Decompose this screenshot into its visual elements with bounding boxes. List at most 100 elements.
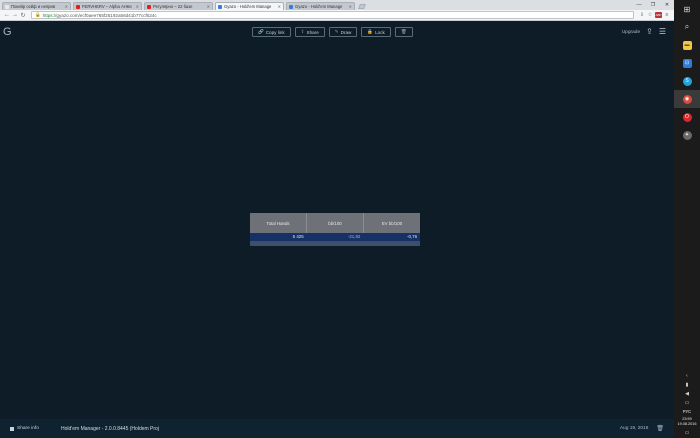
draw-button[interactable]: ✎ Draw (328, 27, 358, 37)
system-clock[interactable]: 23:59 19.08.2016 (677, 417, 696, 427)
gyazo-footer: Share info Hold'em Manager - 2.0.0.8445 … (0, 419, 674, 438)
taskbar-item-opera[interactable]: O (674, 108, 700, 126)
checkbox-icon (10, 426, 14, 431)
pencil-icon: ✎ (334, 29, 339, 34)
network-icon[interactable]: ▮ (686, 382, 689, 388)
browser-tab-strip: Покейр сейф и неприв ✕ FERVHERV – Alpha … (0, 0, 674, 10)
folder-icon: ▬ (682, 40, 692, 50)
maximize-button[interactable]: ❐ (646, 0, 660, 10)
share-info-label: Share info (17, 426, 39, 431)
new-tab-button[interactable] (358, 4, 366, 9)
address-bar[interactable]: 🔒 https:// gyazo.com/ecf0aee765f25192a56… (31, 11, 634, 19)
store-icon: ⊡ (682, 58, 692, 68)
gyazo-header-right: Upgrade ⇪ ☰ (622, 28, 666, 36)
delete-button[interactable]: 🗑 (394, 27, 413, 37)
tab-title: Gyazo - Hold'em Manage (224, 4, 272, 9)
minimize-button[interactable]: — (632, 0, 646, 10)
header-bb-100: bb/100 (307, 213, 364, 233)
gyazo-logo-icon[interactable]: G (3, 26, 15, 38)
tab-title: Покейр сейф и неприв (11, 4, 56, 9)
gyazo-favicon-icon (289, 4, 293, 9)
trash-icon[interactable]: 🗑 (656, 425, 664, 432)
back-button[interactable]: ← (3, 12, 11, 18)
lock-label: Lock (375, 29, 385, 35)
gyazo-favicon-icon (218, 4, 222, 9)
taskbar-item-chrome[interactable]: ◉ (674, 90, 700, 108)
close-icon[interactable]: ✕ (65, 4, 68, 9)
browser-tab-2[interactable]: FERVHERV – Alpha АНКи ✕ (73, 2, 142, 10)
browser-tab-4[interactable]: Gyazo - Hold'em Manage ✕ (215, 2, 284, 10)
browser-tab-1[interactable]: Покейр сейф и неприв ✕ (2, 2, 71, 10)
close-window-button[interactable]: ✕ (660, 0, 674, 10)
gyazo-action-bar: 🔗 Copy link ⇪ Share ✎ Draw 🔒 Lock 🗑 (252, 27, 413, 37)
opera-icon: O (682, 112, 692, 122)
upload-icon[interactable]: ⇪ (646, 28, 653, 36)
close-icon[interactable]: ✕ (207, 4, 210, 9)
header-ev-bb-100: EV bb/100 (381, 220, 403, 226)
cell-bb-100: -21,92 (347, 234, 361, 239)
close-icon[interactable]: ✕ (278, 4, 281, 9)
chrome-icon: ◉ (682, 94, 692, 104)
browser-toolbar: ← → ↻ 🔒 https:// gyazo.com/ecf0aee765f25… (0, 10, 674, 21)
browser-tab-5[interactable]: Gyazo - Hold'em Manage ✕ (286, 2, 355, 10)
windows-taskbar: ⊞ ⌕ ▬ ⊡ S ◉ O ✦ ‹ ▮ ◀ ▭ РУС 23:59 19.08.… (674, 0, 700, 438)
tab-title: Gyazo - Hold'em Manage (295, 4, 343, 9)
clock-date: 19.08.2016 (677, 422, 697, 426)
share-label: Share (306, 29, 319, 35)
youtube-icon (76, 4, 80, 9)
forward-button[interactable]: → (11, 12, 19, 18)
system-tray: ‹ ▮ ◀ ▭ РУС 23:59 19.08.2016 ▭ (674, 373, 700, 436)
copy-link-button[interactable]: 🔗 Copy link (252, 27, 291, 37)
action-center-icon[interactable]: ▭ (685, 430, 690, 436)
captured-image[interactable]: Total Hands bb/100 EV bb/100 5 425 -21,9… (250, 213, 420, 246)
bird-app-icon: ✦ (682, 130, 692, 140)
taskbar-item-store[interactable]: ⊡ (674, 54, 700, 72)
gyazo-header: G 🔗 Copy link ⇪ Share ✎ Draw 🔒 Lock 🗑 Up… (0, 21, 674, 43)
image-title[interactable]: Hold'em Manager - 2.0.0.8445 (Holdem Pro… (61, 426, 159, 432)
share-button[interactable]: ⇪ Share (294, 27, 325, 37)
language-indicator[interactable]: РУС (683, 409, 691, 414)
url-text: gyazo.com/ecf0aee765f25192a56d41b77ccf52… (56, 12, 157, 18)
url-scheme: https:// (42, 12, 57, 18)
upgrade-link[interactable]: Upgrade (622, 30, 640, 35)
capture-table-footer (250, 241, 420, 246)
taskbar-item-app[interactable]: ✦ (674, 126, 700, 144)
taskbar-item-skype[interactable]: S (674, 72, 700, 90)
table-row: 5 425 -21,92 -0,76 (250, 233, 420, 241)
browser-tab-3[interactable]: Регулярно – 22 базе ✕ (144, 2, 213, 10)
window-controls: — ❐ ✕ (632, 0, 674, 10)
copy-link-label: Copy link (265, 29, 285, 35)
notification-icon[interactable]: ▭ (685, 400, 690, 406)
tab-title: Регулярно – 22 базе (153, 4, 193, 9)
tab-favicon (5, 4, 9, 9)
lock-icon: 🔒 (367, 29, 374, 34)
cell-total-hands: 5 425 (292, 234, 304, 239)
share-icon: ⇪ (300, 29, 305, 34)
windows-start-icon[interactable]: ⊞ (674, 0, 700, 18)
close-icon[interactable]: ✕ (136, 4, 139, 9)
capture-table-header: Total Hands bb/100 EV bb/100 (250, 213, 420, 233)
skype-icon: S (682, 76, 692, 86)
trash-icon: 🗑 (400, 29, 407, 34)
chevron-left-icon[interactable]: ‹ (686, 373, 688, 379)
lock-icon: 🔒 (35, 12, 41, 17)
reload-button[interactable]: ↻ (19, 12, 27, 19)
tab-title: FERVHERV – Alpha АНКи (82, 4, 132, 9)
volume-icon[interactable]: ◀ (685, 391, 689, 397)
download-icon[interactable]: ⇩ (638, 12, 646, 18)
link-icon: 🔗 (258, 29, 264, 34)
youtube-icon (147, 4, 151, 9)
browser-menu-icon[interactable]: ≡ (663, 12, 671, 18)
header-total-hands: Total Hands (250, 213, 307, 233)
adblock-icon[interactable]: ABP (655, 12, 662, 18)
search-icon[interactable]: ⌕ (674, 18, 700, 36)
cell-ev-bb-100: -0,76 (407, 234, 418, 239)
capture-date: Aug 19, 2016 (619, 426, 649, 431)
close-icon[interactable]: ✕ (349, 4, 352, 9)
lock-button[interactable]: 🔒 Lock (361, 27, 391, 37)
bookmark-star-icon[interactable]: ☆ (646, 12, 654, 18)
hamburger-menu-icon[interactable]: ☰ (659, 28, 666, 36)
draw-label: Draw (340, 29, 352, 35)
share-info-toggle[interactable]: Share info (10, 426, 60, 431)
taskbar-item-file-explorer[interactable]: ▬ (674, 36, 700, 54)
